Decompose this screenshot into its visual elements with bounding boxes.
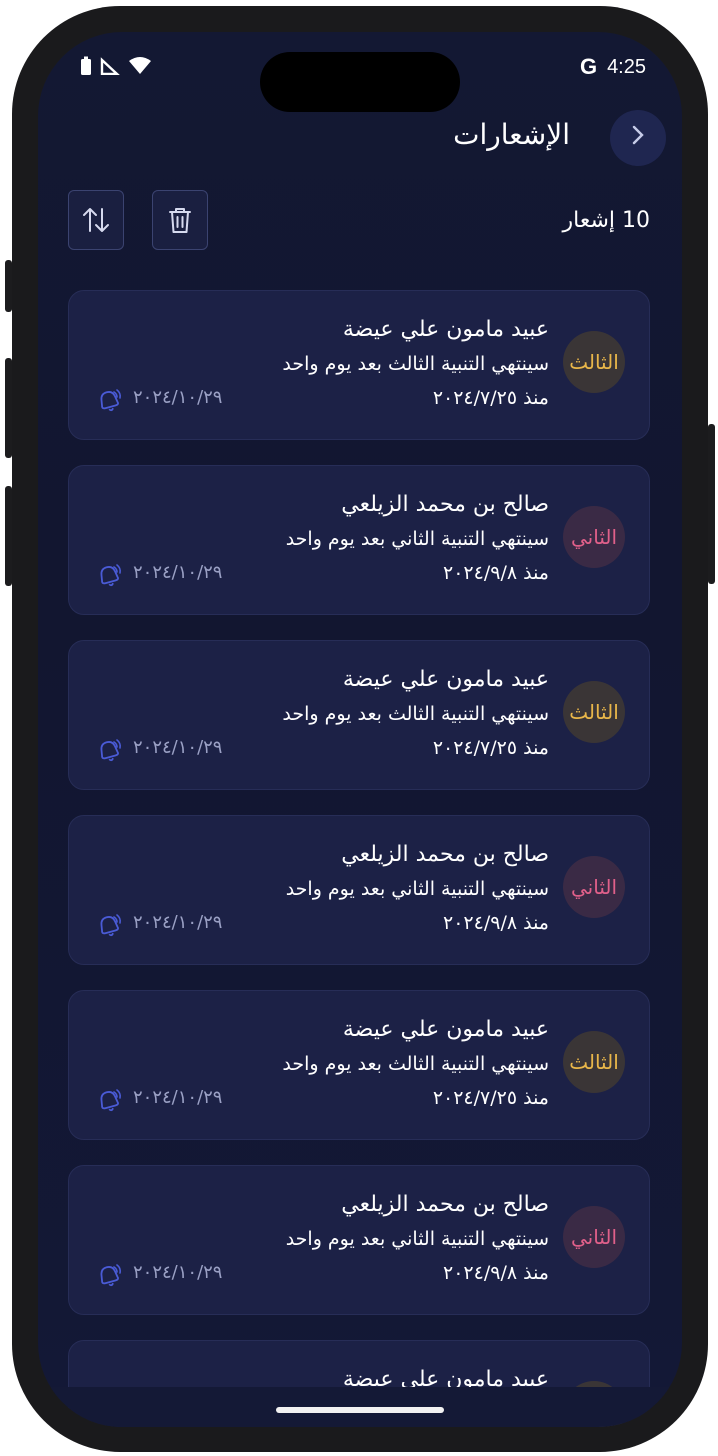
employee-name: عبيد مامون علي عيضة <box>342 667 549 692</box>
notification-date: ٢٠٢٤/١٠/٢٩ <box>133 387 223 408</box>
bell-ringing-icon <box>97 387 123 413</box>
battery-icon <box>81 56 91 75</box>
bell-ringing-icon <box>97 912 123 938</box>
employee-name: صالح بن محمد الزيلعي <box>341 842 549 867</box>
employee-name: عبيد مامون علي عيضة <box>342 317 549 342</box>
home-bar <box>38 1387 682 1427</box>
bell-ringing-icon <box>97 1262 123 1288</box>
sort-icon <box>83 208 109 232</box>
level-badge: الثاني <box>563 506 625 568</box>
level-badge: الثالث <box>563 681 625 743</box>
since-date: منذ ٢٠٢٤/٩/٨ <box>443 912 549 934</box>
home-indicator[interactable] <box>276 1407 444 1413</box>
back-button[interactable] <box>610 110 666 166</box>
app-header: الإشعارات <box>38 110 682 166</box>
notification-message: سينتهي التنبية الثاني بعد يوم واحد <box>285 1228 549 1250</box>
notification-card[interactable]: الثاني صالح بن محمد الزيلعي سينتهي التنب… <box>68 465 650 615</box>
page-title: الإشعارات <box>453 118 570 151</box>
status-bar: G 4:25 <box>38 54 682 82</box>
notification-message: سينتهي التنبية الثاني بعد يوم واحد <box>285 528 549 550</box>
notification-card[interactable]: الثاني صالح بن محمد الزيلعي سينتهي التنب… <box>68 1165 650 1315</box>
volume-down-button <box>5 486 12 586</box>
google-icon: G <box>579 54 598 79</box>
notification-message: سينتهي التنبية الثالث بعد يوم واحد <box>282 1053 549 1075</box>
notification-date: ٢٠٢٤/١٠/٢٩ <box>133 1262 223 1283</box>
employee-name: صالح بن محمد الزيلعي <box>341 1192 549 1217</box>
notification-card[interactable]: الثالث عبيد مامون علي عيضة سينتهي التنبي… <box>68 990 650 1140</box>
since-date: منذ ٢٠٢٤/٩/٨ <box>443 562 549 584</box>
notification-date: ٢٠٢٤/١٠/٢٩ <box>133 912 223 933</box>
notification-card[interactable]: الثالث عبيد مامون علي عيضة سينتهي التنبي… <box>68 290 650 440</box>
level-badge: الثاني <box>563 856 625 918</box>
bell-ringing-icon <box>97 1087 123 1113</box>
wifi-icon <box>129 57 151 74</box>
employee-name: صالح بن محمد الزيلعي <box>341 492 549 517</box>
sort-button[interactable] <box>68 190 124 250</box>
level-label: الثاني <box>570 875 617 899</box>
level-label: الثاني <box>570 525 617 549</box>
chevron-right-icon <box>629 123 647 154</box>
power-button <box>708 424 715 584</box>
level-badge: الثالث <box>563 1031 625 1093</box>
trash-icon <box>169 208 191 233</box>
status-icons <box>80 56 152 76</box>
level-badge: الثاني <box>563 1206 625 1268</box>
mute-switch <box>5 260 12 312</box>
notification-card[interactable]: الثالث عبيد مامون علي عيضة سينتهي التنبي… <box>68 640 650 790</box>
app-screen: G 4:25 الإشعارات 10 إشعار الثالث عبيد ما… <box>38 32 682 1427</box>
notification-card[interactable]: الثاني صالح بن محمد الزيلعي سينتهي التنب… <box>68 815 650 965</box>
employee-name: عبيد مامون علي عيضة <box>342 1017 549 1042</box>
notification-list: الثالث عبيد مامون علي عيضة سينتهي التنبي… <box>68 290 650 1427</box>
since-date: منذ ٢٠٢٤/٧/٢٥ <box>432 737 549 759</box>
notification-date: ٢٠٢٤/١٠/٢٩ <box>133 562 223 583</box>
notification-date: ٢٠٢٤/١٠/٢٩ <box>133 1087 223 1108</box>
level-label: الثالث <box>569 1050 619 1074</box>
notification-message: سينتهي التنبية الثالث بعد يوم واحد <box>282 353 549 375</box>
signal-icon <box>100 57 120 75</box>
level-label: الثالث <box>569 350 619 374</box>
status-right: G 4:25 <box>580 54 646 80</box>
bell-ringing-icon <box>97 562 123 588</box>
level-badge: الثالث <box>563 331 625 393</box>
clock: 4:25 <box>607 55 646 78</box>
level-label: الثاني <box>570 1225 617 1249</box>
since-date: منذ ٢٠٢٤/٧/٢٥ <box>432 387 549 409</box>
bell-ringing-icon <box>97 737 123 763</box>
notification-count: 10 إشعار <box>562 208 650 233</box>
notification-date: ٢٠٢٤/١٠/٢٩ <box>133 737 223 758</box>
level-label: الثالث <box>569 700 619 724</box>
notification-message: سينتهي التنبية الثاني بعد يوم واحد <box>285 878 549 900</box>
volume-up-button <box>5 358 12 458</box>
delete-all-button[interactable] <box>152 190 208 250</box>
since-date: منذ ٢٠٢٤/٧/٢٥ <box>432 1087 549 1109</box>
since-date: منذ ٢٠٢٤/٩/٨ <box>443 1262 549 1284</box>
notification-message: سينتهي التنبية الثالث بعد يوم واحد <box>282 703 549 725</box>
